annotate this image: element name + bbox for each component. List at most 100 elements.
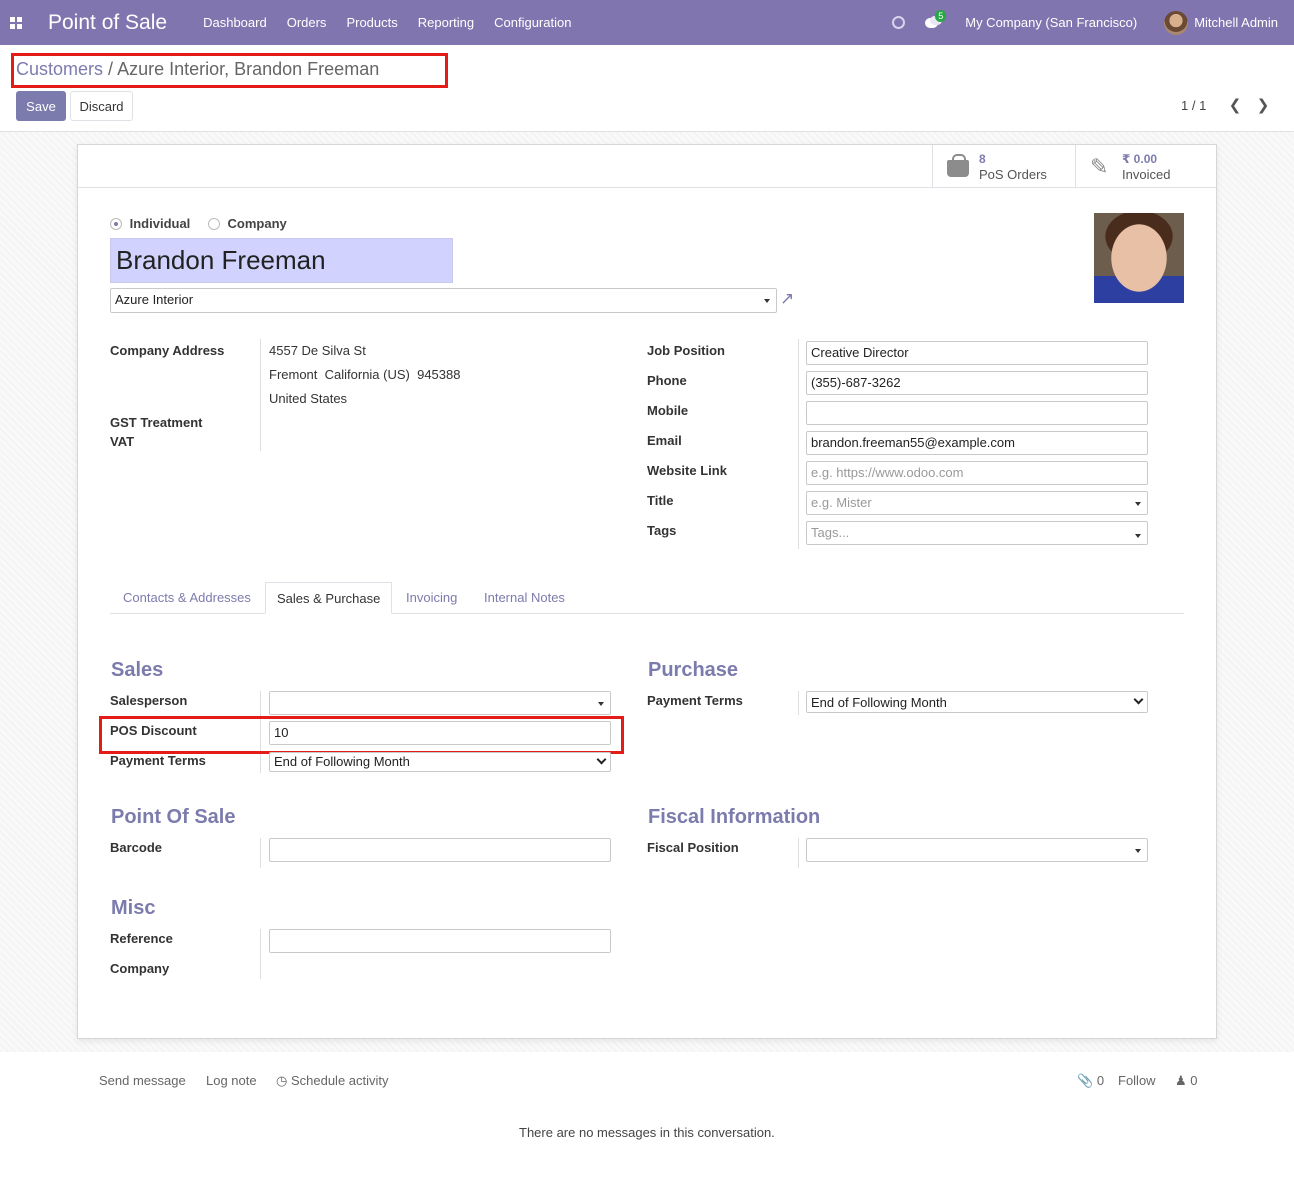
partner-name-input[interactable]: Brandon Freeman <box>110 238 453 283</box>
tags-input[interactable]: Tags... <box>806 521 1148 545</box>
systray: 5 My Company (San Francisco) Mitchell Ad… <box>892 0 1278 45</box>
menu-dashboard[interactable]: Dashboard <box>203 15 267 30</box>
invoiced-button[interactable]: ✎ ₹ 0.00 Invoiced <box>1075 145 1216 188</box>
email-input[interactable]: brandon.freeman55@example.com <box>806 431 1148 455</box>
send-message-button[interactable]: Send message <box>99 1073 186 1088</box>
purchase-payment-terms-value: End of Following Month <box>811 695 947 710</box>
partner-type-selector: Individual Company <box>110 215 287 231</box>
title-select[interactable]: e.g. Mister <box>806 491 1148 515</box>
user-icon: ♟ <box>1175 1073 1187 1088</box>
mobile-label: Mobile <box>647 403 689 418</box>
menu-orders[interactable]: Orders <box>287 15 327 30</box>
purchase-heading: Purchase <box>648 659 739 681</box>
job-position-label: Job Position <box>647 343 725 358</box>
reference-input[interactable] <box>269 929 611 953</box>
app-title[interactable]: Point of Sale <box>48 11 167 35</box>
menu-reporting[interactable]: Reporting <box>418 15 474 30</box>
purchase-payment-terms-select[interactable]: End of Following Month <box>806 691 1148 713</box>
radio-company-label[interactable]: Company <box>228 216 287 231</box>
activity-clock-icon[interactable] <box>892 16 906 29</box>
job-position-input[interactable]: Creative Director <box>806 341 1148 365</box>
tab-contacts-addresses[interactable]: Contacts & Addresses <box>112 582 262 614</box>
followers-count: 0 <box>1190 1073 1198 1088</box>
messaging-icon[interactable]: 5 <box>925 9 947 30</box>
address-divider <box>260 339 261 451</box>
company-address-label: Company Address <box>110 343 225 358</box>
invoiced-label: Invoiced <box>1122 166 1171 182</box>
parent-company-value: Azure Interior <box>115 292 194 307</box>
title-label: Title <box>647 493 674 508</box>
chat-count-badge: 5 <box>935 9 947 22</box>
email-label: Email <box>647 433 682 448</box>
misc-heading: Misc <box>111 897 156 919</box>
follow-button[interactable]: Follow <box>1118 1073 1156 1088</box>
save-button[interactable]: Save <box>16 91 66 121</box>
gst-treatment-label: GST Treatment <box>110 415 203 430</box>
phone-label: Phone <box>647 373 687 388</box>
form-sheet: 8 PoS Orders ✎ ₹ 0.00 Invoiced Individua… <box>77 144 1217 1039</box>
misc-divider <box>260 929 261 979</box>
smart-buttons: 8 PoS Orders ✎ ₹ 0.00 Invoiced <box>78 145 1216 188</box>
website-input[interactable]: e.g. https://www.odoo.com <box>806 461 1148 485</box>
pager-next-icon[interactable]: ❯ <box>1255 98 1271 113</box>
barcode-input[interactable] <box>269 838 611 862</box>
schedule-activity-button[interactable]: ◷ Schedule activity <box>276 1073 389 1089</box>
fiscal-position-select[interactable] <box>806 838 1148 862</box>
attachments-count: 0 <box>1096 1073 1105 1088</box>
fiscal-position-label: Fiscal Position <box>647 840 739 855</box>
phone-input[interactable]: (355)-687-3262 <box>806 371 1148 395</box>
invoiced-amount: ₹ 0.00 <box>1122 151 1158 166</box>
edit-invoice-icon: ✎ <box>1090 153 1109 179</box>
sales-heading: Sales <box>111 659 164 681</box>
pos-orders-button[interactable]: 8 PoS Orders <box>932 145 1075 188</box>
purchase-divider <box>798 691 799 715</box>
fiscal-divider <box>798 838 799 868</box>
pager-previous-icon[interactable]: ❮ <box>1227 98 1243 113</box>
pos-divider <box>260 838 261 868</box>
title-placeholder: e.g. Mister <box>811 495 872 510</box>
discard-button[interactable]: Discard <box>70 91 133 121</box>
sales-payment-terms-select[interactable]: End of Following Month <box>269 752 611 772</box>
paperclip-icon: 📎 <box>1077 1073 1094 1088</box>
tags-label: Tags <box>647 523 677 538</box>
radio-individual-label[interactable]: Individual <box>130 216 191 231</box>
pos-discount-highlight-box <box>99 716 624 754</box>
apps-menu-icon[interactable] <box>10 16 22 29</box>
mobile-input[interactable] <box>806 401 1148 425</box>
attachments-button[interactable]: 📎 0 <box>1077 1073 1104 1089</box>
parent-company-select[interactable]: Azure Interior <box>110 288 777 313</box>
menu-configuration[interactable]: Configuration <box>494 15 571 30</box>
pager-value[interactable]: 1 / 1 <box>1181 98 1206 113</box>
reference-label: Reference <box>110 931 173 946</box>
top-navbar: Point of Sale Dashboard Orders Products … <box>0 0 1294 45</box>
tags-placeholder: Tags... <box>811 525 850 540</box>
tab-sales-purchase[interactable]: Sales & Purchase <box>265 582 393 614</box>
breadcrumb-highlight-box <box>11 53 448 88</box>
pos-orders-count: 8 <box>979 151 986 166</box>
tab-internal-notes[interactable]: Internal Notes <box>473 582 576 614</box>
radio-individual[interactable] <box>110 217 122 230</box>
shopping-bag-icon <box>947 154 971 177</box>
sales-payment-terms-label: Payment Terms <box>110 753 206 768</box>
company-switcher[interactable]: My Company (San Francisco) <box>965 15 1137 30</box>
address-city: Fremont California (US) 945388 <box>269 367 461 382</box>
menu-products[interactable]: Products <box>346 15 397 30</box>
no-messages-text: There are no messages in this conversati… <box>519 1125 775 1140</box>
address-street: 4557 De Silva St <box>269 343 366 358</box>
clock-icon: ◷ <box>276 1073 288 1088</box>
address-country: United States <box>269 391 348 406</box>
salesperson-label: Salesperson <box>110 693 188 708</box>
user-menu[interactable]: Mitchell Admin <box>1194 15 1278 30</box>
log-note-button[interactable]: Log note <box>206 1073 257 1088</box>
fiscal-information-heading: Fiscal Information <box>648 806 821 828</box>
tab-invoicing[interactable]: Invoicing <box>395 582 468 614</box>
purchase-payment-terms-label: Payment Terms <box>647 693 743 708</box>
user-avatar[interactable] <box>1164 10 1189 35</box>
radio-company[interactable] <box>207 217 220 230</box>
salesperson-select[interactable] <box>269 691 611 715</box>
pos-orders-label: PoS Orders <box>979 166 1047 182</box>
external-link-icon[interactable]: ↗ <box>780 289 794 309</box>
partner-photo[interactable] <box>1094 213 1184 303</box>
followers-button[interactable]: ♟ 0 <box>1175 1073 1198 1089</box>
sales-payment-terms-value: End of Following Month <box>274 754 410 769</box>
